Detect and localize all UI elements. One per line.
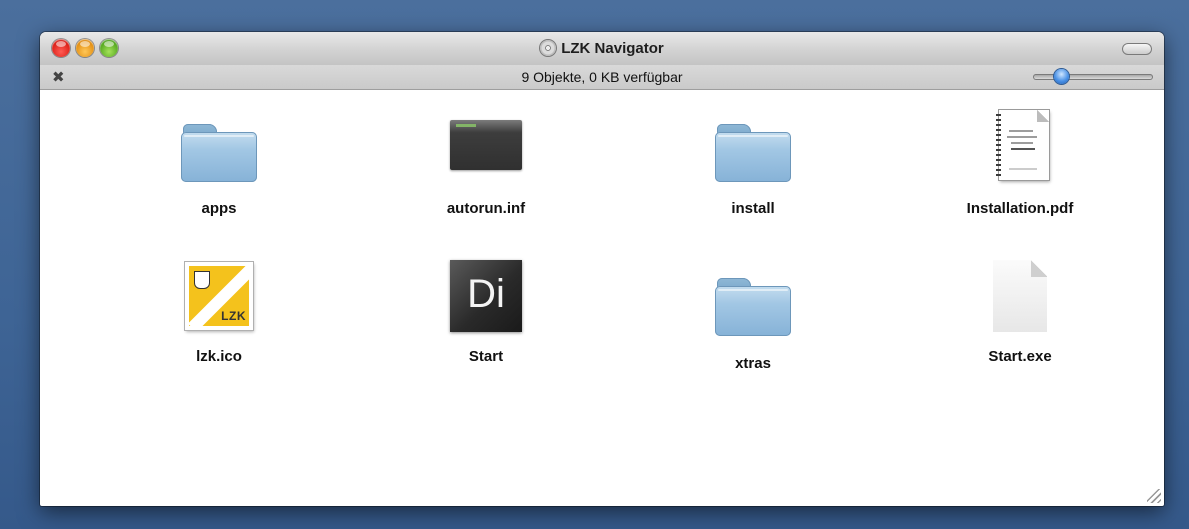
item-label: autorun.inf bbox=[446, 200, 526, 217]
page-fold bbox=[1031, 260, 1047, 277]
resize-grip-icon[interactable] bbox=[1147, 489, 1161, 503]
item-label: Start bbox=[468, 348, 504, 365]
item-label: install bbox=[731, 200, 775, 217]
item-label: lzk.ico bbox=[196, 348, 242, 365]
item-label: apps bbox=[201, 200, 237, 217]
slider-knob[interactable] bbox=[1054, 69, 1069, 84]
inf-file-icon bbox=[450, 120, 522, 170]
pdf-document-icon bbox=[996, 110, 1049, 180]
finder-window: LZK Navigator ✖ 9 Objekte, 0 KB verfügba… bbox=[40, 32, 1164, 506]
slider-track[interactable] bbox=[1033, 74, 1153, 80]
icon-view: apps autorun.inf install Installation.pd… bbox=[40, 90, 1164, 506]
item-label: Start.exe bbox=[988, 348, 1052, 365]
folder-icon bbox=[713, 274, 793, 338]
disc-icon bbox=[540, 40, 557, 56]
director-app-icon: Di bbox=[450, 260, 522, 332]
window-title: LZK Navigator bbox=[40, 40, 1164, 57]
toolbar-toggle-button[interactable] bbox=[1122, 43, 1152, 55]
item-label: Installation.pdf bbox=[966, 200, 1074, 217]
item-label: xtras bbox=[735, 355, 771, 372]
icon-size-slider[interactable] bbox=[1033, 68, 1153, 86]
status-bar: ✖ 9 Objekte, 0 KB verfügbar bbox=[40, 65, 1164, 90]
status-text: 9 Objekte, 0 KB verfügbar bbox=[521, 69, 683, 85]
folder-icon bbox=[713, 120, 793, 184]
folder-icon bbox=[179, 120, 259, 184]
window-title-text: LZK Navigator bbox=[561, 40, 664, 57]
lzk-ico-icon: LZK bbox=[185, 262, 253, 330]
title-bar[interactable]: LZK Navigator bbox=[40, 32, 1164, 65]
